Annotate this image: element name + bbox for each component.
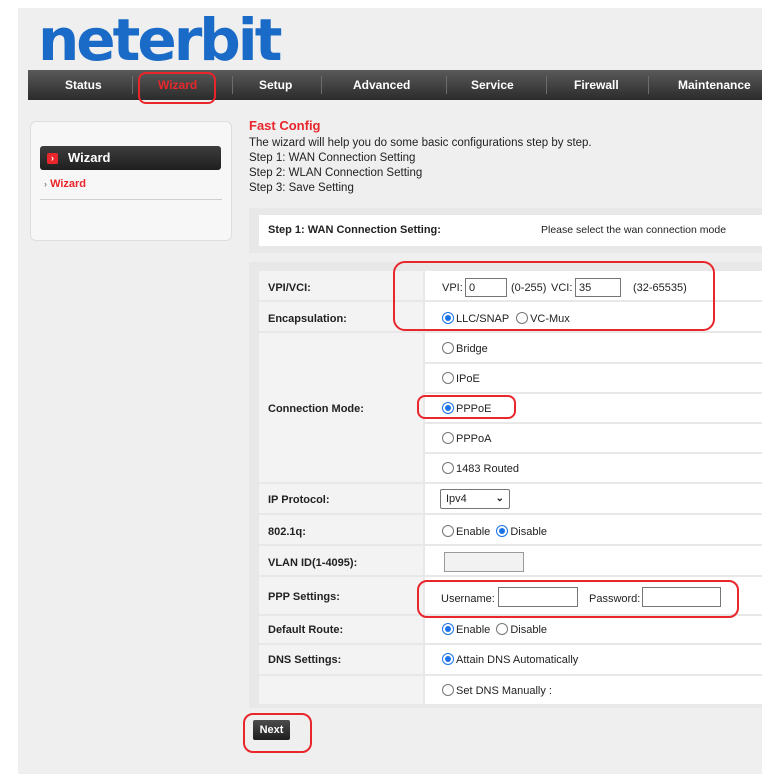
dot1q-enable-label: Enable [456, 526, 491, 538]
default-route-radio-group: Enable Disable [442, 623, 547, 636]
dns-settings-label: DNS Settings: [268, 654, 342, 666]
mode-bridge-label: Bridge [456, 343, 488, 355]
nav-setup[interactable]: Setup [259, 70, 292, 100]
radio-bridge[interactable] [442, 342, 454, 354]
nav-maintenance[interactable]: Maintenance [678, 70, 751, 100]
password-input[interactable] [642, 587, 721, 607]
radio-vcmux-label: VC-Mux [530, 313, 570, 325]
route-disable-label: Disable [510, 624, 548, 636]
mode-pppoa-label: PPPoA [456, 433, 492, 445]
radio-1483routed[interactable] [442, 462, 454, 474]
intro-step-3: Step 3: Save Setting [249, 182, 354, 194]
page-title: Fast Config [249, 118, 321, 133]
password-label: Password: [589, 593, 641, 605]
ppp-settings-label: PPP Settings: [268, 591, 340, 603]
mode-pppoe-label: PPPoE [456, 403, 492, 415]
nav-separator [446, 76, 447, 94]
vlan-id-input[interactable] [444, 552, 524, 572]
logo-text: neterbit [38, 6, 282, 74]
connection-mode-label: Connection Mode: [268, 403, 364, 415]
bullet-icon: › [44, 179, 47, 189]
radio-llcsnap[interactable] [442, 312, 454, 324]
username-label: Username: [441, 593, 495, 605]
intro-step-1: Step 1: WAN Connection Setting [249, 152, 416, 164]
sidebar-header[interactable]: › Wizard [40, 146, 221, 170]
mode-pppoe[interactable]: PPPoE [442, 402, 491, 415]
mode-ipoe-label: IPoE [456, 373, 480, 385]
radio-dns-manual[interactable] [442, 684, 454, 696]
radio-dot1q-disable[interactable] [496, 525, 509, 537]
mode-bridge[interactable]: Bridge [442, 342, 488, 355]
dns-manual-label: Set DNS Manually : [456, 685, 552, 697]
mode-1483routed[interactable]: 1483 Routed [442, 462, 519, 475]
nav-service[interactable]: Service [471, 70, 514, 100]
ip-protocol-label: IP Protocol: [268, 494, 330, 506]
nav-advanced[interactable]: Advanced [353, 70, 410, 100]
intro-description: The wizard will help you do some basic c… [249, 137, 592, 149]
nav-status[interactable]: Status [65, 70, 102, 100]
nav-separator [232, 76, 233, 94]
vci-label: VCI: [551, 282, 573, 294]
nav-separator [132, 76, 133, 94]
dot1q-label: 802.1q: [268, 526, 306, 538]
radio-pppoa[interactable] [442, 432, 454, 444]
mode-1483routed-label: 1483 Routed [456, 463, 519, 475]
radio-llcsnap-label: LLC/SNAP [456, 313, 509, 325]
sidebar-item-label: Wizard [50, 178, 87, 190]
default-route-label: Default Route: [268, 624, 344, 636]
vlan-id-label: VLAN ID(1-4095): [268, 557, 358, 569]
vpi-input[interactable] [465, 278, 507, 297]
radio-pppoe[interactable] [442, 402, 454, 414]
next-button[interactable]: Next [253, 720, 290, 740]
dns-auto-label: Attain DNS Automatically [456, 654, 579, 666]
step-label: Step 1: WAN Connection Setting: [268, 224, 441, 236]
top-nav: Status Wizard Setup Advanced Service Fir… [28, 70, 762, 100]
router-admin-page: neterbit Status Wizard Setup Advanced Se… [0, 0, 762, 774]
radio-route-disable[interactable] [496, 623, 509, 635]
dns-manual[interactable]: Set DNS Manually : [442, 684, 552, 697]
intro-step-2: Step 2: WLAN Connection Setting [249, 167, 423, 179]
radio-ipoe[interactable] [442, 372, 454, 384]
radio-dot1q-enable[interactable] [442, 525, 454, 537]
radio-route-enable[interactable] [442, 623, 454, 635]
dns-auto[interactable]: Attain DNS Automatically [442, 653, 578, 666]
chevron-right-icon: › [47, 153, 58, 164]
vci-input[interactable] [575, 278, 621, 297]
vpivci-label: VPI/VCI: [268, 282, 311, 294]
nav-firewall[interactable]: Firewall [574, 70, 619, 100]
nav-separator [648, 76, 649, 94]
sidebar-item-wizard[interactable]: › Wizard [44, 178, 86, 190]
ip-protocol-value: Ipv4 [446, 493, 467, 505]
username-input[interactable] [498, 587, 578, 607]
step-hint: Please select the wan connection mode [541, 224, 727, 236]
chevron-down-icon: ⌄ [495, 493, 504, 504]
route-enable-label: Enable [456, 624, 491, 636]
vci-range: (32-65535) [633, 282, 687, 294]
vpi-label: VPI: [442, 282, 463, 294]
sidebar-divider [40, 199, 222, 200]
dot1q-radio-group: Enable Disable [442, 525, 547, 538]
radio-vcmux[interactable] [516, 312, 529, 324]
encapsulation-radio-group: LLC/SNAP VC-Mux [442, 312, 570, 325]
mode-ipoe[interactable]: IPoE [442, 372, 480, 385]
nav-wizard[interactable]: Wizard [158, 70, 197, 100]
mode-pppoa[interactable]: PPPoA [442, 432, 491, 445]
sidebar-header-label: Wizard [68, 150, 111, 165]
brand-logo: neterbit [38, 10, 282, 70]
nav-separator [546, 76, 547, 94]
ip-protocol-select[interactable]: Ipv4 ⌄ [440, 489, 510, 509]
dot1q-disable-label: Disable [510, 526, 548, 538]
vpi-range: (0-255) [511, 282, 547, 294]
encapsulation-label: Encapsulation: [268, 313, 347, 325]
nav-separator [321, 76, 322, 94]
form-label-cell [259, 676, 423, 704]
radio-dns-auto[interactable] [442, 653, 454, 665]
